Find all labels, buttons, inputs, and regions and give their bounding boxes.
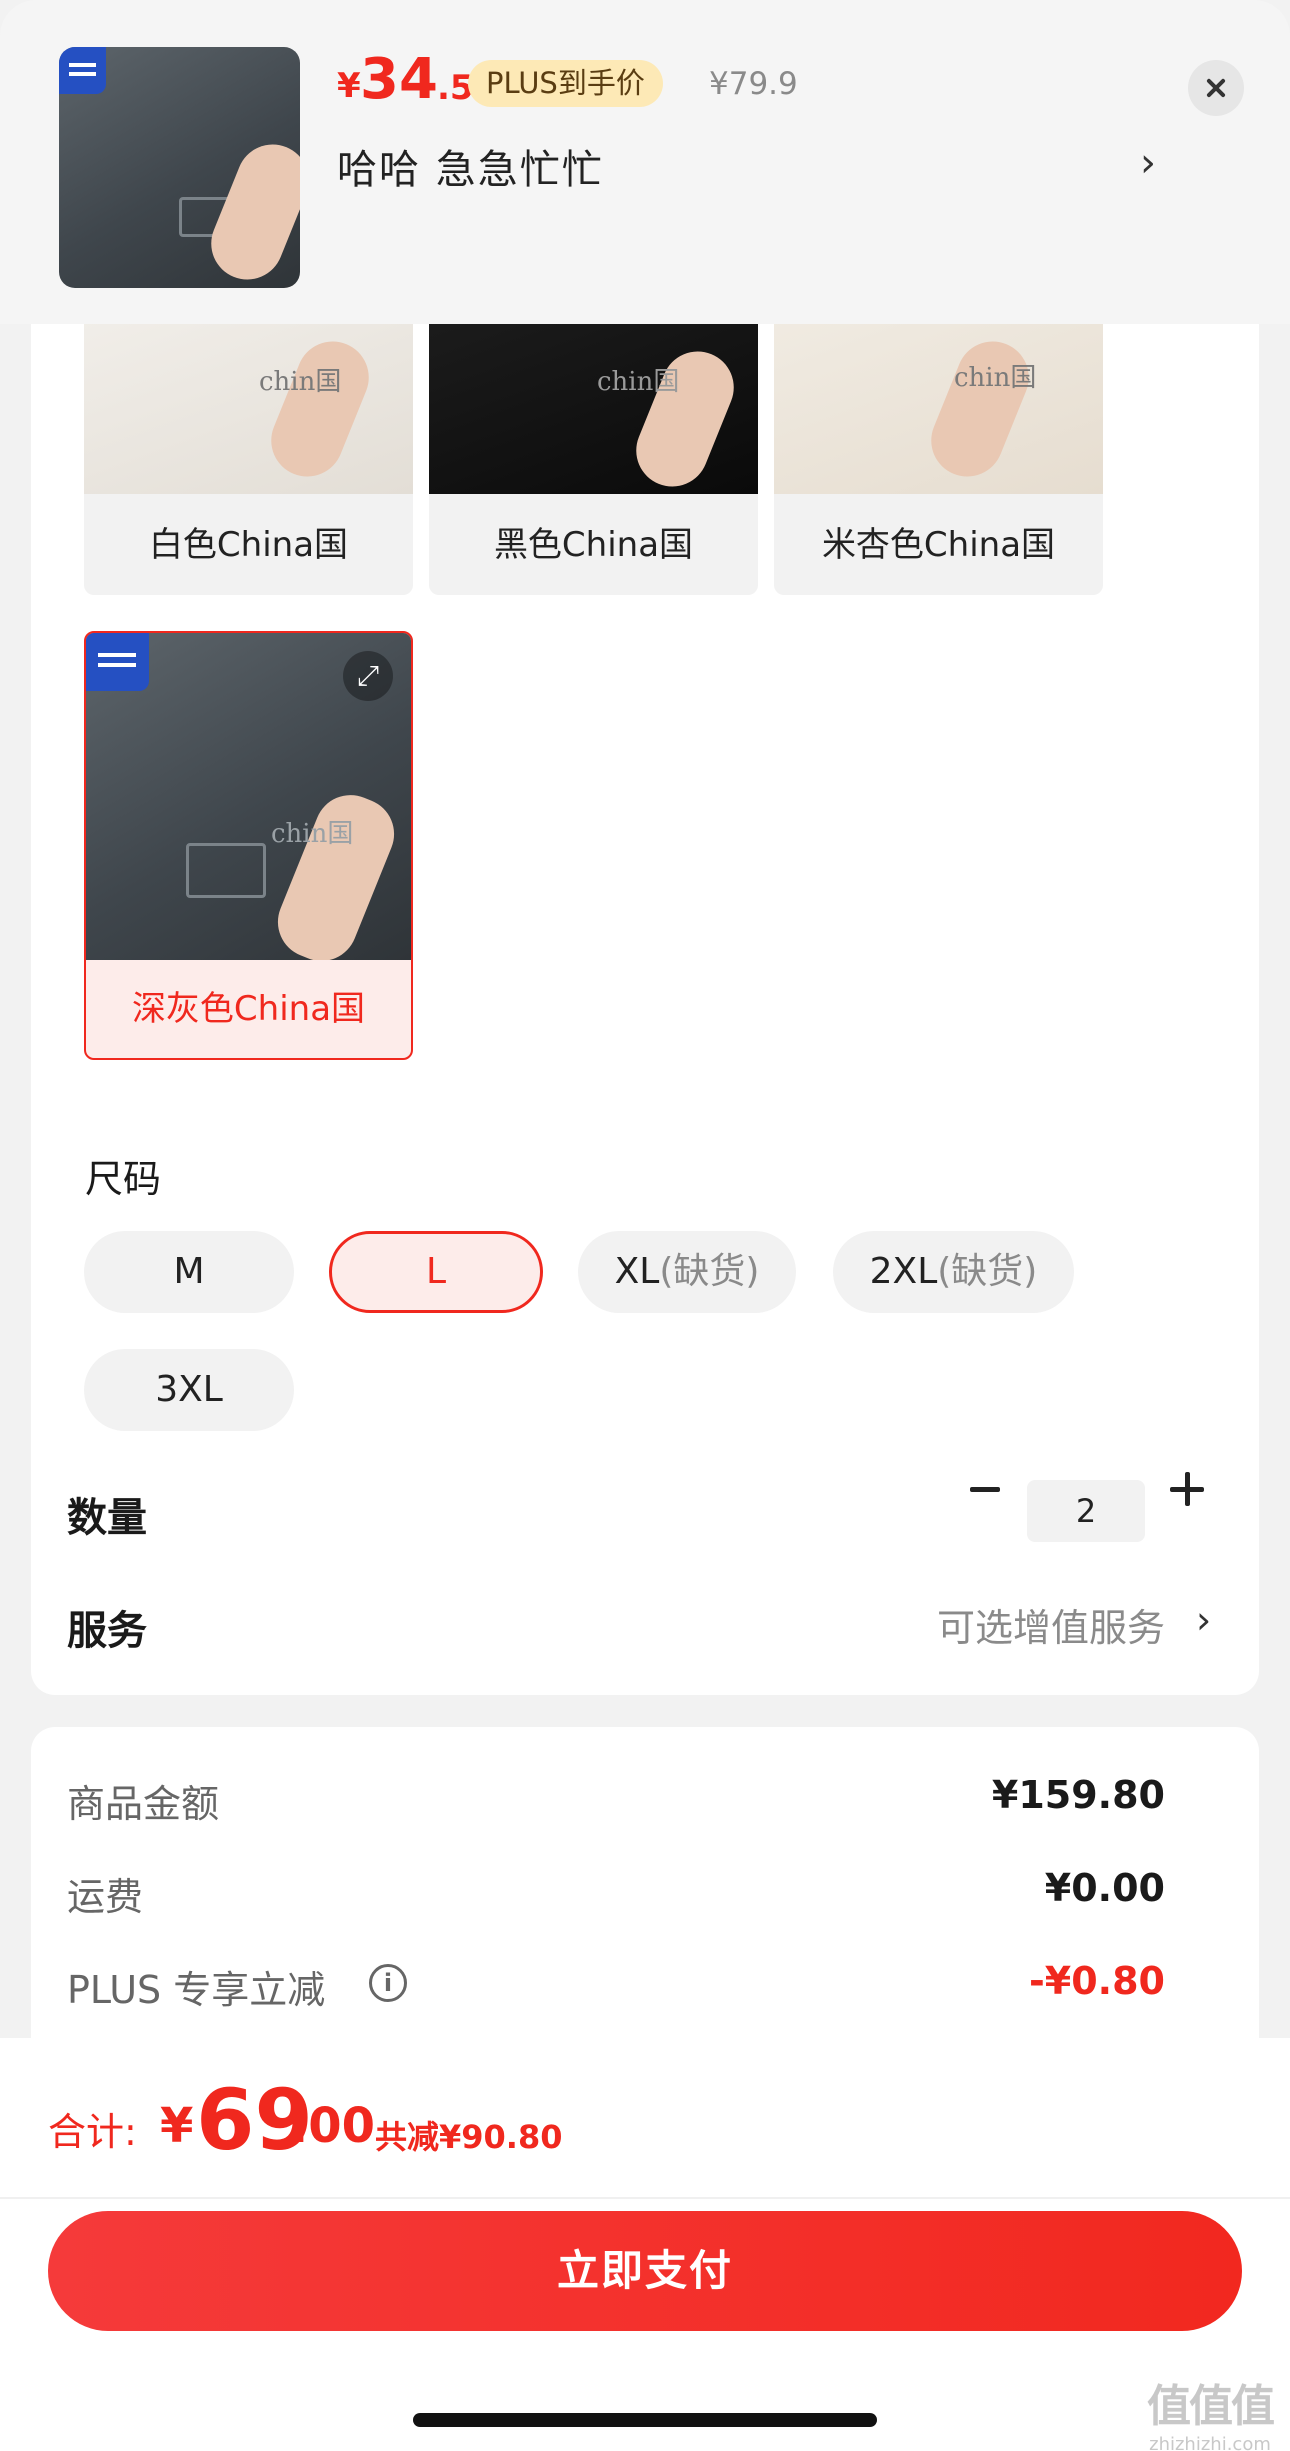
info-icon[interactable]: i	[369, 1964, 407, 2002]
shipping-label: 运费	[67, 1875, 144, 1919]
brand-logo-icon	[59, 47, 106, 94]
service-label: 服务	[67, 1608, 147, 1654]
total-label: 合计:	[48, 2110, 137, 2154]
color-option-black[interactable]: chin国 黑色China国	[429, 299, 758, 595]
hand-image	[920, 330, 1040, 488]
china-logo: chin国	[271, 819, 354, 849]
size-option-xl[interactable]: XL(缺货)	[578, 1231, 796, 1313]
size-option-2xl[interactable]: 2XL(缺货)	[833, 1231, 1074, 1313]
color-image: chin国	[774, 299, 1103, 494]
hand-image	[267, 784, 405, 960]
china-logo: chin国	[259, 367, 342, 397]
divider	[0, 2197, 1290, 2199]
color-label: 深灰色China国	[131, 989, 366, 1029]
plus-discount-value: -¥0.80	[1029, 1959, 1165, 2003]
size-label: L	[425, 1251, 447, 1292]
size-option-l[interactable]: L	[329, 1231, 543, 1313]
chevron-right-icon[interactable]: ›	[1140, 140, 1156, 186]
total-decimal: .00	[290, 2098, 376, 2154]
china-logo: chin国	[954, 363, 1037, 393]
watermark-url: zhizhizhi.com	[1149, 2434, 1271, 2451]
home-indicator[interactable]	[413, 2413, 877, 2427]
goods-amount-value: ¥159.80	[991, 1773, 1165, 1817]
pay-now-button[interactable]: 立即支付	[48, 2211, 1242, 2331]
color-label: 黑色China国	[493, 525, 694, 565]
original-price: ¥79.9	[709, 66, 798, 102]
color-option-dark-grey[interactable]: chin国 ⤢ 深灰色China国	[84, 631, 413, 1060]
quantity-input[interactable]: 2	[1027, 1480, 1145, 1542]
watermark: 值值值 zhizhizhi.com	[1140, 2370, 1280, 2451]
color-image: chin国 ⤢	[86, 633, 411, 960]
size-label: M	[173, 1251, 205, 1292]
price-integer: 34	[360, 47, 438, 112]
quantity-label: 数量	[67, 1495, 147, 1541]
size-section-title: 尺码	[85, 1157, 162, 1201]
color-label: 米杏色China国	[821, 525, 1056, 565]
hand-image	[260, 330, 380, 488]
color-label: 白色China国	[148, 525, 349, 565]
total-currency: ¥	[160, 2098, 194, 2154]
watermark-logo: 值值值	[1147, 2381, 1275, 2432]
color-image: chin国	[429, 299, 758, 494]
out-of-stock-note: (缺货)	[937, 1251, 1038, 1292]
minus-icon[interactable]	[970, 1487, 1000, 1492]
color-image: chin国	[84, 299, 413, 494]
color-option-white[interactable]: chin国 白色China国	[84, 299, 413, 595]
service-value[interactable]: 可选增值服务	[937, 1597, 1165, 1652]
expand-icon[interactable]: ⤢	[343, 651, 393, 701]
close-icon[interactable]	[1188, 60, 1244, 116]
shipping-value: ¥0.00	[1044, 1866, 1165, 1910]
brand-logo-icon	[86, 633, 149, 691]
out-of-stock-note: (缺货)	[659, 1251, 760, 1292]
price-currency: ¥	[337, 66, 361, 106]
total-saved: 共减¥90.80	[375, 2118, 563, 2156]
sleeve-tag	[186, 843, 266, 898]
color-option-beige[interactable]: chin国 米杏色China国	[774, 299, 1103, 595]
product-thumbnail	[59, 47, 300, 288]
size-option-3xl[interactable]: 3XL	[84, 1349, 294, 1431]
china-logo: chin国	[597, 367, 680, 397]
plus-discount-label: PLUS 专享立减	[67, 1968, 326, 2012]
size-label: 2XL	[869, 1251, 938, 1292]
product-header: ¥ 34 .5 PLUS到手价 ¥79.9 哈哈 急急忙忙 ›	[0, 0, 1290, 324]
size-label: XL	[614, 1251, 660, 1292]
goods-amount-label: 商品金额	[67, 1782, 220, 1826]
plus-price-badge: PLUS到手价	[468, 60, 663, 107]
size-label: 3XL	[155, 1369, 223, 1410]
size-option-m[interactable]: M	[84, 1231, 294, 1313]
plus-icon[interactable]	[1170, 1472, 1204, 1506]
selected-sku-text[interactable]: 哈哈 急急忙忙	[337, 137, 604, 195]
chevron-right-icon[interactable]: ›	[1196, 1598, 1211, 1642]
